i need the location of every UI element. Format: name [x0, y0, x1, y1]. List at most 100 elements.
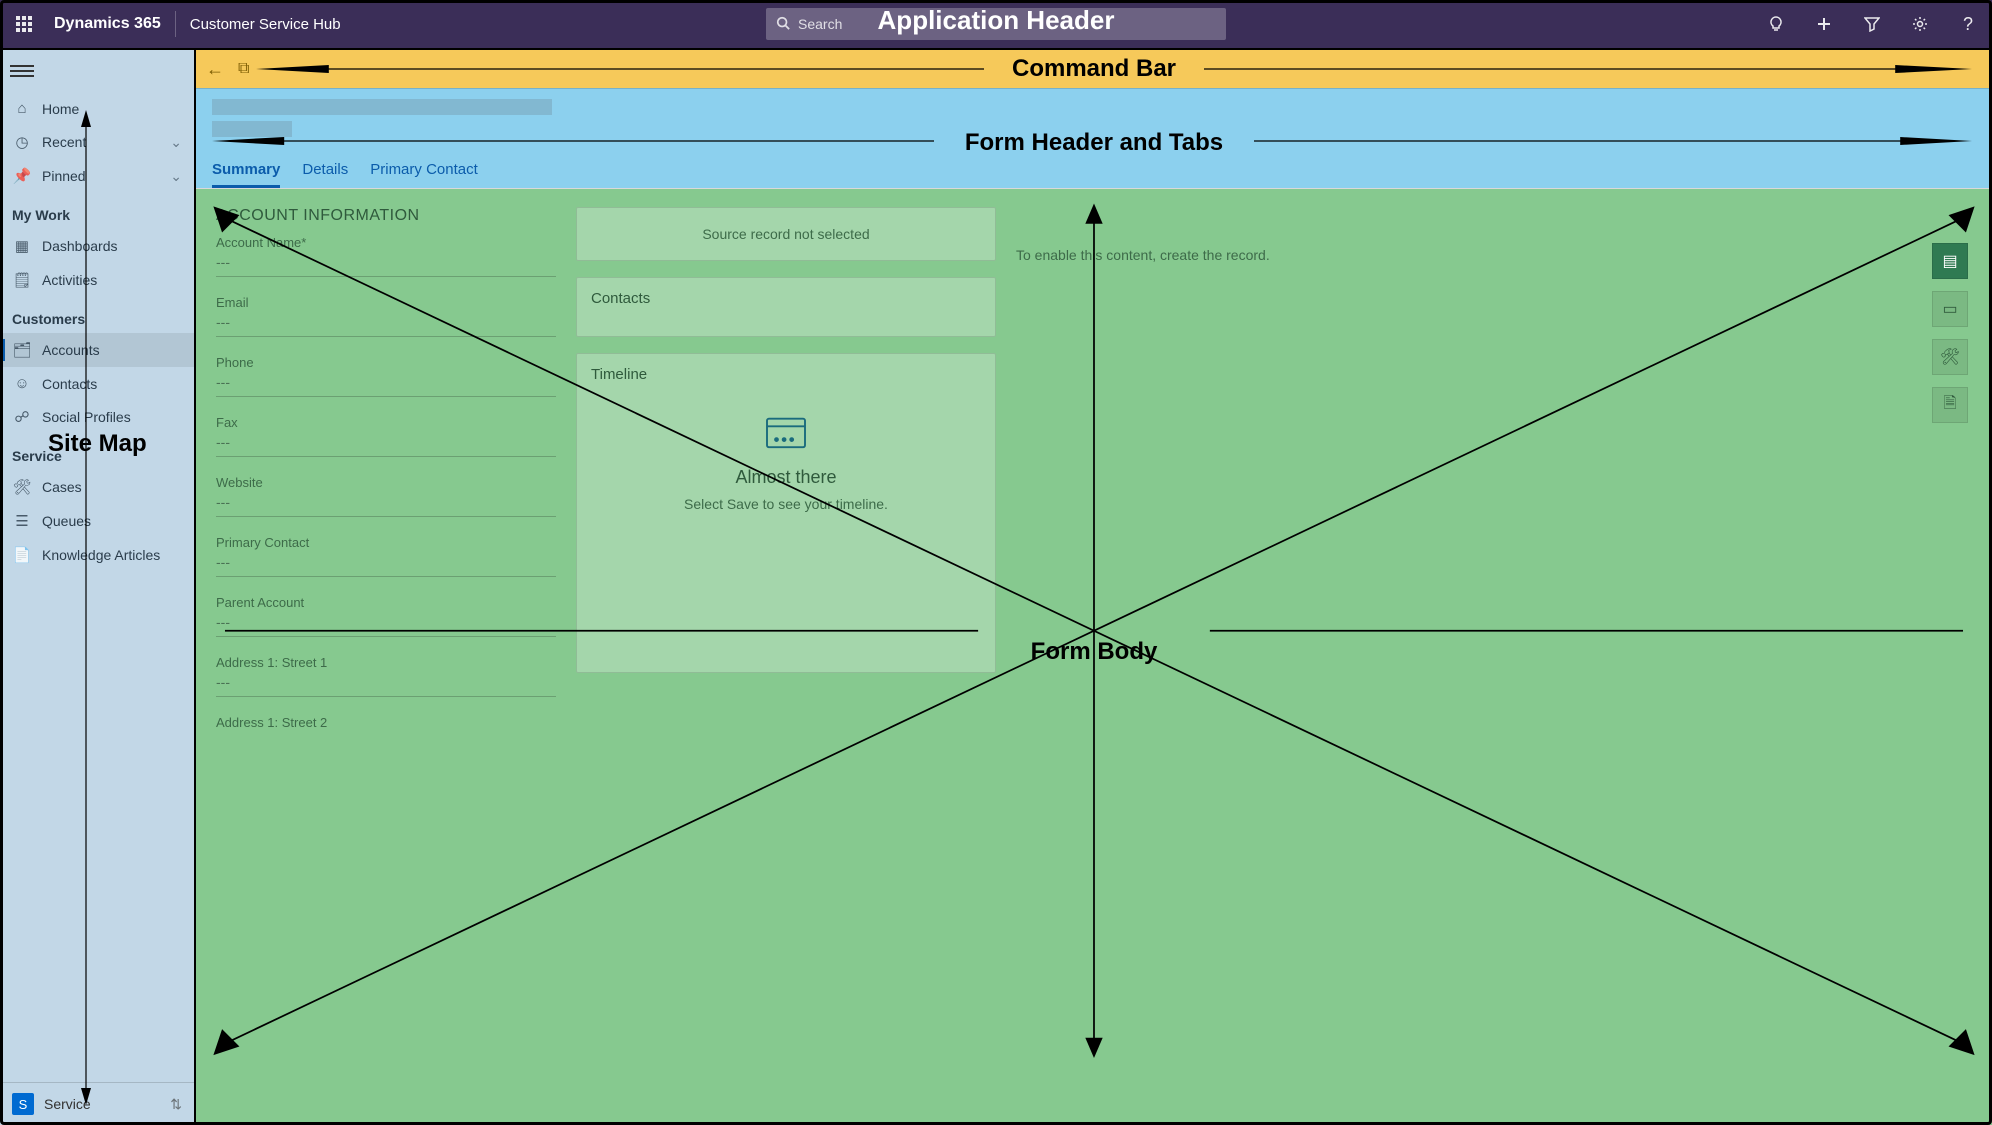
field-label: Phone — [216, 355, 556, 370]
field-address1-street2[interactable]: Address 1: Street 2 — [216, 715, 556, 730]
field-account-name[interactable]: Account Name* --- — [216, 235, 556, 277]
field-phone[interactable]: Phone --- — [216, 355, 556, 397]
form-related-rail: ▤ ▭ 🛠 🗎 — [1928, 207, 1972, 1107]
sidebar-item-knowledge[interactable]: 📄 Knowledge Articles — [0, 538, 194, 572]
sidebar-item-label: Cases — [42, 479, 82, 495]
contacts-card[interactable]: Contacts — [576, 277, 996, 337]
tab-label: Primary Contact — [370, 161, 478, 178]
field-value: --- — [216, 254, 556, 277]
accounts-icon: 🗂 — [12, 341, 32, 359]
popout-button[interactable]: ⧉ — [238, 60, 249, 78]
field-address1-street1[interactable]: Address 1: Street 1 --- — [216, 655, 556, 697]
field-primary-contact[interactable]: Primary Contact --- — [216, 535, 556, 577]
back-button[interactable]: ← — [206, 59, 224, 80]
command-bar: ← ⧉ Command Bar — [196, 50, 1992, 88]
chevron-down-icon: ⌄ — [170, 168, 182, 185]
field-value: --- — [216, 494, 556, 517]
section-heading: ACCOUNT INFORMATION — [216, 207, 556, 225]
field-label: Fax — [216, 415, 556, 430]
form-body-region: ACCOUNT INFORMATION Account Name* --- Em… — [196, 188, 1992, 1125]
lightbulb-icon[interactable] — [1752, 0, 1800, 48]
help-icon[interactable]: ? — [1944, 0, 1992, 48]
timeline-heading: Almost there — [591, 467, 981, 488]
area-badge: S — [12, 1093, 34, 1115]
updown-icon: ⇅ — [170, 1096, 182, 1113]
field-website[interactable]: Website --- — [216, 475, 556, 517]
recent-icon: ◷ — [12, 133, 32, 151]
sidebar-group-service: Service — [0, 434, 194, 470]
tab-details[interactable]: Details — [302, 155, 348, 188]
rail-assistant-button[interactable]: ▤ — [1932, 243, 1968, 279]
card-message: Source record not selected — [702, 226, 869, 242]
card-title: Timeline — [591, 366, 981, 383]
annotation-arrow — [1254, 135, 1972, 147]
rail-tools-button[interactable]: 🛠 — [1932, 339, 1968, 375]
gear-icon[interactable] — [1896, 0, 1944, 48]
dashboard-icon: ▦ — [12, 237, 32, 255]
annotation-form-header: Form Header and Tabs — [965, 129, 1223, 157]
rail-panel-button[interactable]: ▭ — [1932, 291, 1968, 327]
field-label: Account Name* — [216, 235, 556, 250]
sidebar-item-social[interactable]: ☍ Social Profiles — [0, 400, 194, 434]
activities-icon: 🗒 — [12, 271, 32, 289]
rail-doc-button[interactable]: 🗎 — [1932, 387, 1968, 423]
home-icon: ⌂ — [12, 100, 32, 117]
queues-icon: ☰ — [12, 512, 32, 530]
sidebar-area-switcher[interactable]: S Service ⇅ — [0, 1082, 194, 1125]
skeleton-title — [212, 99, 552, 115]
plus-icon[interactable] — [1800, 0, 1848, 48]
annotation-arrow — [256, 63, 984, 75]
field-value: --- — [216, 674, 556, 697]
field-value: --- — [216, 554, 556, 577]
source-record-card: Source record not selected — [576, 207, 996, 261]
field-label: Parent Account — [216, 595, 556, 610]
sidebar-item-cases[interactable]: 🛠 Cases — [0, 470, 194, 504]
account-info-section: ACCOUNT INFORMATION Account Name* --- Em… — [216, 207, 556, 1107]
sidebar-item-accounts[interactable]: 🗂 Accounts — [0, 333, 194, 367]
sidebar-item-label: Knowledge Articles — [42, 547, 160, 563]
timeline-icon — [763, 413, 809, 451]
field-label: Website — [216, 475, 556, 490]
waffle-icon[interactable] — [0, 0, 48, 48]
annotation-arrow — [1204, 63, 1972, 75]
annotation-command-bar: Command Bar — [1012, 55, 1176, 83]
timeline-card: Timeline Almost there Select Save to see… — [576, 353, 996, 673]
brand-label[interactable]: Dynamics 365 — [48, 11, 176, 37]
application-header: Dynamics 365 Customer Service Hub ? Appl… — [0, 0, 1992, 48]
field-parent-account[interactable]: Parent Account --- — [216, 595, 556, 637]
filter-icon[interactable] — [1848, 0, 1896, 48]
timeline-subtext: Select Save to see your timeline. — [591, 496, 981, 512]
field-value: --- — [216, 314, 556, 337]
sidebar-item-queues[interactable]: ☰ Queues — [0, 504, 194, 538]
enable-content-msg: To enable this content, create the recor… — [1016, 207, 1908, 263]
global-search[interactable] — [766, 8, 1226, 40]
form-tabs: Summary Details Primary Contact — [212, 155, 1976, 188]
hamburger-icon[interactable] — [10, 62, 34, 80]
sidebar-group-mywork: My Work — [0, 193, 194, 229]
field-fax[interactable]: Fax --- — [216, 415, 556, 457]
sidebar-group-customers: Customers — [0, 297, 194, 333]
search-icon — [776, 16, 790, 33]
knowledge-icon: 📄 — [12, 546, 32, 564]
app-name[interactable]: Customer Service Hub — [176, 16, 355, 33]
search-input[interactable] — [798, 16, 1216, 32]
tab-label: Summary — [212, 161, 280, 178]
field-email[interactable]: Email --- — [216, 295, 556, 337]
form-header: Form Header and Tabs Summary Details Pri… — [196, 88, 1992, 188]
sidebar-item-dashboards[interactable]: ▦ Dashboards — [0, 229, 194, 263]
sidebar-item-contacts[interactable]: ☺ Contacts — [0, 367, 194, 400]
sidebar-item-activities[interactable]: 🗒 Activities — [0, 263, 194, 297]
sidebar-item-home[interactable]: ⌂ Home — [0, 92, 194, 125]
social-icon: ☍ — [12, 408, 32, 426]
tab-summary[interactable]: Summary — [212, 155, 280, 188]
contacts-icon: ☺ — [12, 375, 32, 392]
tab-primary-contact[interactable]: Primary Contact — [370, 155, 478, 188]
chevron-down-icon: ⌄ — [170, 134, 182, 151]
annotation-arrow — [212, 135, 934, 147]
sitemap-sidebar: ⌂ Home ◷ Recent ⌄ 📌 Pinned ⌄ My Work ▦ D… — [0, 50, 196, 1125]
cases-icon: 🛠 — [12, 478, 32, 496]
field-label: Address 1: Street 1 — [216, 655, 556, 670]
sidebar-item-pinned[interactable]: 📌 Pinned ⌄ — [0, 159, 194, 193]
field-value: --- — [216, 614, 556, 637]
sidebar-item-recent[interactable]: ◷ Recent ⌄ — [0, 125, 194, 159]
